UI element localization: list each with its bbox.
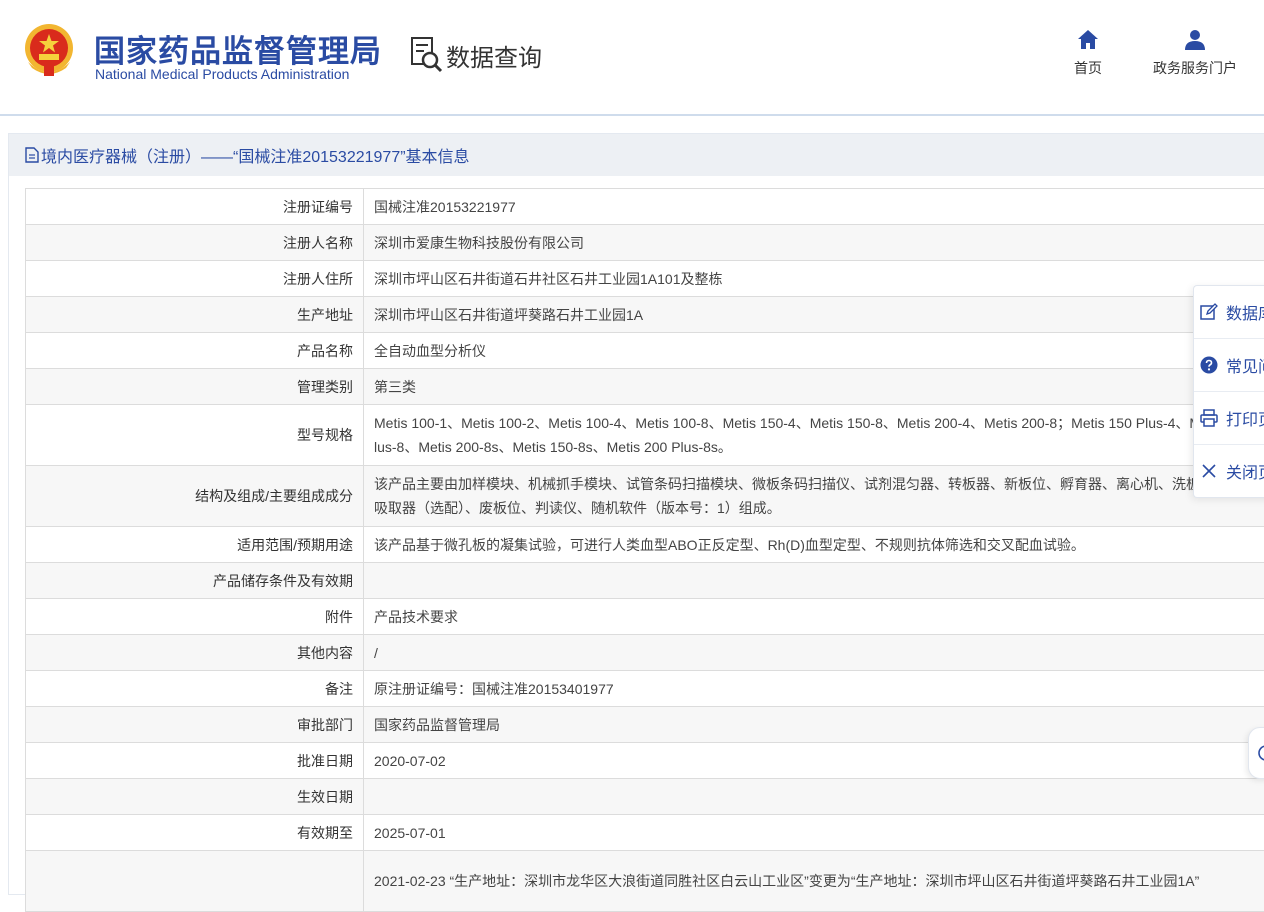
table-row: 注册证编号 国械注准20153221977 (26, 189, 1264, 225)
field-value: 深圳市坪山区石井街道坪葵路石井工业园1A (364, 297, 1264, 333)
data-query-title: 数据查询 (446, 38, 542, 73)
side-menu-print-label: 打印页面 (1226, 406, 1264, 430)
table-row: 生产地址 深圳市坪山区石井街道坪葵路石井工业园1A (26, 297, 1264, 333)
detail-panel: 境内医疗器械（注册）——“国械注准20153221977”基本信息 注册证编号 … (8, 133, 1264, 895)
site-header: 国家药品监督管理局 National Medical Products Admi… (0, 0, 1264, 114)
field-value: Metis 100-1、Metis 100-2、Metis 100-4、Meti… (364, 405, 1264, 466)
field-label: 注册人住所 (26, 261, 364, 297)
field-label: 备注 (26, 671, 364, 707)
field-label: 产品储存条件及有效期 (26, 563, 364, 599)
field-label: 生效日期 (26, 779, 364, 815)
field-label: 有效期至 (26, 815, 364, 851)
nav-service-portal-label: 政务服务门户 (1153, 60, 1237, 76)
table-row: 产品名称 全自动血型分析仪 (26, 333, 1264, 369)
field-value: 2021-02-23 “生产地址：深圳市龙华区大浪街道同胜社区白云山工业区”变更… (364, 851, 1264, 912)
field-label: 管理类别 (26, 369, 364, 405)
data-query-heading: 数据查询 (410, 36, 542, 74)
field-value: 该产品主要由加样模块、机械抓手模块、试管条码扫描模块、微板条码扫描仪、试剂混匀器… (364, 466, 1264, 527)
table-row: 附件 产品技术要求 (26, 599, 1264, 635)
field-label: 型号规格 (26, 405, 364, 466)
field-label (26, 851, 364, 912)
field-value: 全自动血型分析仪 (364, 333, 1264, 369)
field-value (364, 563, 1264, 599)
table-row: 2021-02-23 “生产地址：深圳市龙华区大浪街道同胜社区白云山工业区”变更… (26, 851, 1264, 912)
field-value (364, 779, 1264, 815)
header-divider (0, 114, 1264, 116)
side-menu-database-label: 数据库 (1226, 300, 1264, 324)
field-value: 该产品基于微孔板的凝集试验，可进行人类血型ABO正反定型、Rh(D)血型定型、不… (364, 527, 1264, 563)
panel-title: 境内医疗器械（注册）——“国械注准20153221977”基本信息 (41, 143, 470, 167)
floating-side-menu: 数据库 常见问题 打印页面 关闭页面 (1193, 285, 1264, 498)
field-label: 批准日期 (26, 743, 364, 779)
print-icon (1200, 409, 1218, 427)
user-icon (1183, 28, 1207, 52)
table-row: 适用范围/预期用途 该产品基于微孔板的凝集试验，可进行人类血型ABO正反定型、R… (26, 527, 1264, 563)
field-label: 生产地址 (26, 297, 364, 333)
field-value: 2020-07-02 (364, 743, 1264, 779)
side-menu-print[interactable]: 打印页面 (1194, 392, 1264, 445)
edit-icon (1200, 303, 1218, 321)
field-label: 适用范围/预期用途 (26, 527, 364, 563)
field-value: 深圳市坪山区石井街道石井社区石井工业园1A101及整栋 (364, 261, 1264, 297)
close-icon (1200, 462, 1218, 480)
panel-title-bar: 境内医疗器械（注册）——“国械注准20153221977”基本信息 (9, 134, 1264, 176)
table-row: 批准日期 2020-07-02 (26, 743, 1264, 779)
field-value: 国械注准20153221977 (364, 189, 1264, 225)
registration-info-table: 注册证编号 国械注准20153221977 注册人名称 深圳市爱康生物科技股份有… (25, 188, 1264, 912)
help-icon (1200, 356, 1218, 374)
table-row: 有效期至 2025-07-01 (26, 815, 1264, 851)
document-search-icon (410, 36, 444, 74)
table-row: 产品储存条件及有效期 (26, 563, 1264, 599)
table-row: 管理类别 第三类 (26, 369, 1264, 405)
field-label: 结构及组成/主要组成成分 (26, 466, 364, 527)
side-menu-close[interactable]: 关闭页面 (1194, 445, 1264, 497)
table-row: 注册人名称 深圳市爱康生物科技股份有限公司 (26, 225, 1264, 261)
field-value: 原注册证编号：国械注准20153401977 (364, 671, 1264, 707)
field-label: 产品名称 (26, 333, 364, 369)
chat-icon (1257, 744, 1264, 762)
field-label: 审批部门 (26, 707, 364, 743)
home-icon (1076, 28, 1100, 52)
field-value: / (364, 635, 1264, 671)
field-value: 2025-07-01 (364, 815, 1264, 851)
field-label: 其他内容 (26, 635, 364, 671)
table-row: 其他内容 / (26, 635, 1264, 671)
side-menu-faq[interactable]: 常见问题 (1194, 339, 1264, 392)
side-service-tab[interactable] (1248, 727, 1264, 779)
brand-chinese-name[interactable]: 国家药品监督管理局 (94, 26, 382, 71)
field-value: 国家药品监督管理局 (364, 707, 1264, 743)
table-row: 结构及组成/主要组成成分 该产品主要由加样模块、机械抓手模块、试管条码扫描模块、… (26, 466, 1264, 527)
nav-home[interactable]: 首页 (1066, 28, 1110, 78)
field-label: 附件 (26, 599, 364, 635)
table-row: 审批部门 国家药品监督管理局 (26, 707, 1264, 743)
document-icon (25, 147, 39, 163)
side-menu-faq-label: 常见问题 (1226, 353, 1264, 377)
field-label: 注册证编号 (26, 189, 364, 225)
nav-service-portal[interactable]: 政务服务门户 (1140, 28, 1250, 78)
field-value: 第三类 (364, 369, 1264, 405)
field-value: 产品技术要求 (364, 599, 1264, 635)
brand-english-name[interactable]: National Medical Products Administration (95, 66, 349, 82)
field-label: 注册人名称 (26, 225, 364, 261)
side-menu-close-label: 关闭页面 (1226, 459, 1264, 483)
table-row: 注册人住所 深圳市坪山区石井街道石井社区石井工业园1A101及整栋 (26, 261, 1264, 297)
national-emblem-icon[interactable] (22, 22, 76, 80)
field-value: 深圳市爱康生物科技股份有限公司 (364, 225, 1264, 261)
nav-home-label: 首页 (1074, 60, 1102, 76)
table-row: 备注 原注册证编号：国械注准20153401977 (26, 671, 1264, 707)
side-menu-database[interactable]: 数据库 (1194, 286, 1264, 339)
table-row: 型号规格 Metis 100-1、Metis 100-2、Metis 100-4… (26, 405, 1264, 466)
table-row: 生效日期 (26, 779, 1264, 815)
